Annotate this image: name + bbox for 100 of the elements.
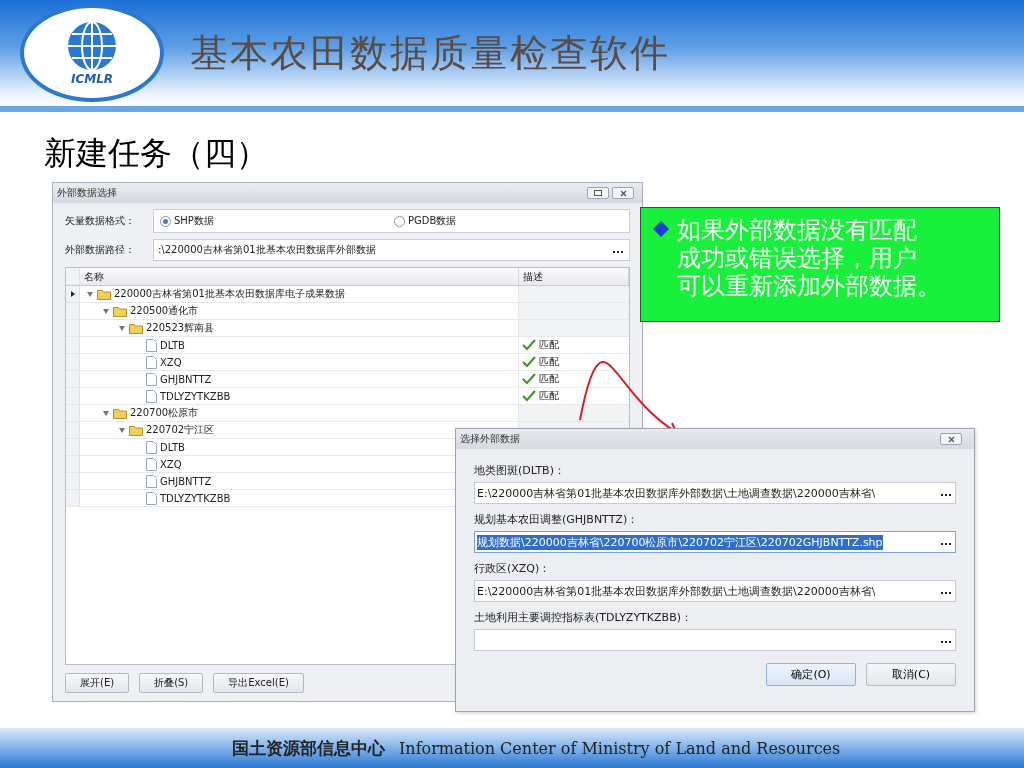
node-label: XZQ	[160, 356, 182, 368]
check-icon	[522, 339, 536, 351]
folder-icon	[129, 424, 143, 436]
row-header	[66, 439, 80, 456]
file-icon	[146, 355, 157, 369]
expand-arrow[interactable]	[102, 307, 110, 315]
status-text: 匹配	[539, 355, 559, 369]
tree-cell[interactable]: 220523辉南县	[80, 320, 519, 337]
restore-icon	[594, 190, 602, 196]
globe-icon	[66, 20, 118, 72]
expand-arrow[interactable]	[102, 409, 110, 417]
tree-cell[interactable]: XZQ	[80, 354, 519, 371]
file-icon	[146, 338, 157, 352]
row-header	[66, 337, 80, 354]
callout-text: 如果外部数据没有匹配 成功或错误选择，用户 可以重新添加外部数据。	[677, 216, 941, 303]
ellipsis-icon	[941, 591, 951, 595]
path-field[interactable]: 规划数据\220000吉林省\220700松原市\220702宁江区\220702GHJBNTTZ.shp	[474, 531, 956, 553]
field-label: 行政区(XZQ)：	[474, 561, 552, 576]
row-header	[66, 354, 80, 371]
row-header	[66, 473, 80, 490]
ellipsis-icon	[941, 493, 951, 497]
field-label: 矢量数据格式：	[65, 214, 136, 228]
file-icon	[146, 389, 157, 403]
path-field[interactable]: :\220000吉林省第01批基本农田数据库外部数据	[153, 239, 630, 261]
check-icon	[522, 373, 536, 385]
footer-english-name: Information Center of Ministry of Land and Resources	[399, 738, 841, 758]
node-label: 220000吉林省第01批基本农田数据库电子成果数据	[114, 287, 345, 301]
node-label: TDLYZYTKZBB	[160, 390, 231, 402]
tree-cell[interactable]: 220500通化市	[80, 303, 519, 320]
row-header	[66, 405, 80, 422]
field-label: 土地利用主要调控指标表(TDLYZYTKZBB)：	[474, 610, 693, 625]
tree-cell[interactable]: TDLYZYTKZBB	[80, 388, 519, 405]
folder-icon	[97, 288, 111, 300]
path-field[interactable]: E:\220000吉林省第01批基本农田数据库外部数据\土地调查数据\220000吉林省\	[474, 482, 956, 504]
close-button[interactable]	[612, 187, 634, 199]
folder-icon	[113, 305, 127, 317]
dialog-button[interactable]: 取消(C)	[866, 663, 956, 686]
tree-cell[interactable]: DLTB	[80, 337, 519, 354]
check-icon	[522, 390, 536, 402]
footer-org-name: 国土资源部信息中心	[232, 736, 385, 760]
expand-arrow[interactable]	[118, 426, 126, 434]
node-label: GHJBNTTZ	[160, 475, 212, 487]
file-icon	[146, 457, 157, 471]
tree-cell[interactable]: GHJBNTTZ	[80, 371, 519, 388]
field-value: 规划数据\220000吉林省\220700松原市\220702宁江区\220702GHJBNTTZ.shp	[477, 534, 883, 550]
close-icon	[947, 435, 955, 443]
status-text: 匹配	[539, 389, 559, 403]
field-label: 外部数据路径：	[65, 243, 136, 257]
column-header[interactable]: 名称	[80, 268, 519, 285]
radio-label: SHP数据	[174, 214, 214, 228]
action-button[interactable]: 导出Excel(E)	[213, 673, 304, 693]
tree-cell[interactable]: 220700松原市	[80, 405, 519, 422]
restore-button[interactable]	[587, 187, 609, 199]
status-text: 匹配	[539, 372, 559, 386]
section-heading: 新建任务（四）	[44, 133, 269, 174]
node-label: 220700松原市	[130, 406, 199, 420]
diamond-bullet-icon	[653, 221, 669, 237]
row-header	[66, 320, 80, 337]
node-label: 220500通化市	[130, 304, 199, 318]
current-row-icon	[70, 291, 75, 297]
row-header	[66, 388, 80, 405]
folder-icon	[113, 407, 127, 419]
field-label: 规划基本农田调整(GHJBNTTZ)：	[474, 512, 640, 527]
logo-text: ICMLR	[70, 72, 114, 86]
ellipsis-icon	[613, 250, 623, 254]
radio-label: PGDB数据	[408, 214, 457, 228]
close-button[interactable]	[940, 433, 962, 445]
action-button[interactable]: 折叠(S)	[139, 673, 204, 693]
radio-button[interactable]	[160, 215, 171, 227]
row-header	[66, 490, 80, 507]
row-header	[66, 422, 80, 439]
node-label: 220702宁江区	[146, 423, 215, 437]
path-field[interactable]: E:\220000吉林省第01批基本农田数据库外部数据\土地调查数据\220000吉林省\	[474, 580, 956, 602]
action-button[interactable]: 展开(E)	[65, 673, 130, 693]
node-label: 220523辉南县	[146, 321, 215, 335]
check-icon	[522, 356, 536, 368]
expand-arrow[interactable]	[118, 324, 126, 332]
node-label: DLTB	[160, 441, 185, 453]
ellipsis-icon	[941, 542, 951, 546]
expand-arrow[interactable]	[86, 290, 94, 298]
node-label: DLTB	[160, 339, 185, 351]
radio-button[interactable]	[394, 215, 405, 227]
column-header[interactable]: 描述	[519, 268, 629, 285]
status-text: 匹配	[539, 338, 559, 352]
folder-icon	[129, 322, 143, 334]
tree-cell[interactable]: 220000吉林省第01批基本农田数据库电子成果数据	[80, 286, 519, 303]
slide-title: 基本农田数据质量检查软件	[190, 29, 670, 77]
file-icon	[146, 474, 157, 488]
file-icon	[146, 491, 157, 505]
close-icon	[619, 189, 627, 197]
node-label: XZQ	[160, 458, 182, 470]
dialog-button[interactable]: 确定(O)	[766, 663, 856, 686]
node-label: TDLYZYTKZBB	[160, 492, 231, 504]
field-value: E:\220000吉林省第01批基本农田数据库外部数据\土地调查数据\220000吉林省\	[477, 583, 876, 599]
file-icon	[146, 440, 157, 454]
row-header	[66, 456, 80, 473]
window-title: 外部数据选择	[57, 186, 117, 200]
row-header	[66, 371, 80, 388]
path-field[interactable]	[474, 629, 956, 651]
file-icon	[146, 372, 157, 386]
